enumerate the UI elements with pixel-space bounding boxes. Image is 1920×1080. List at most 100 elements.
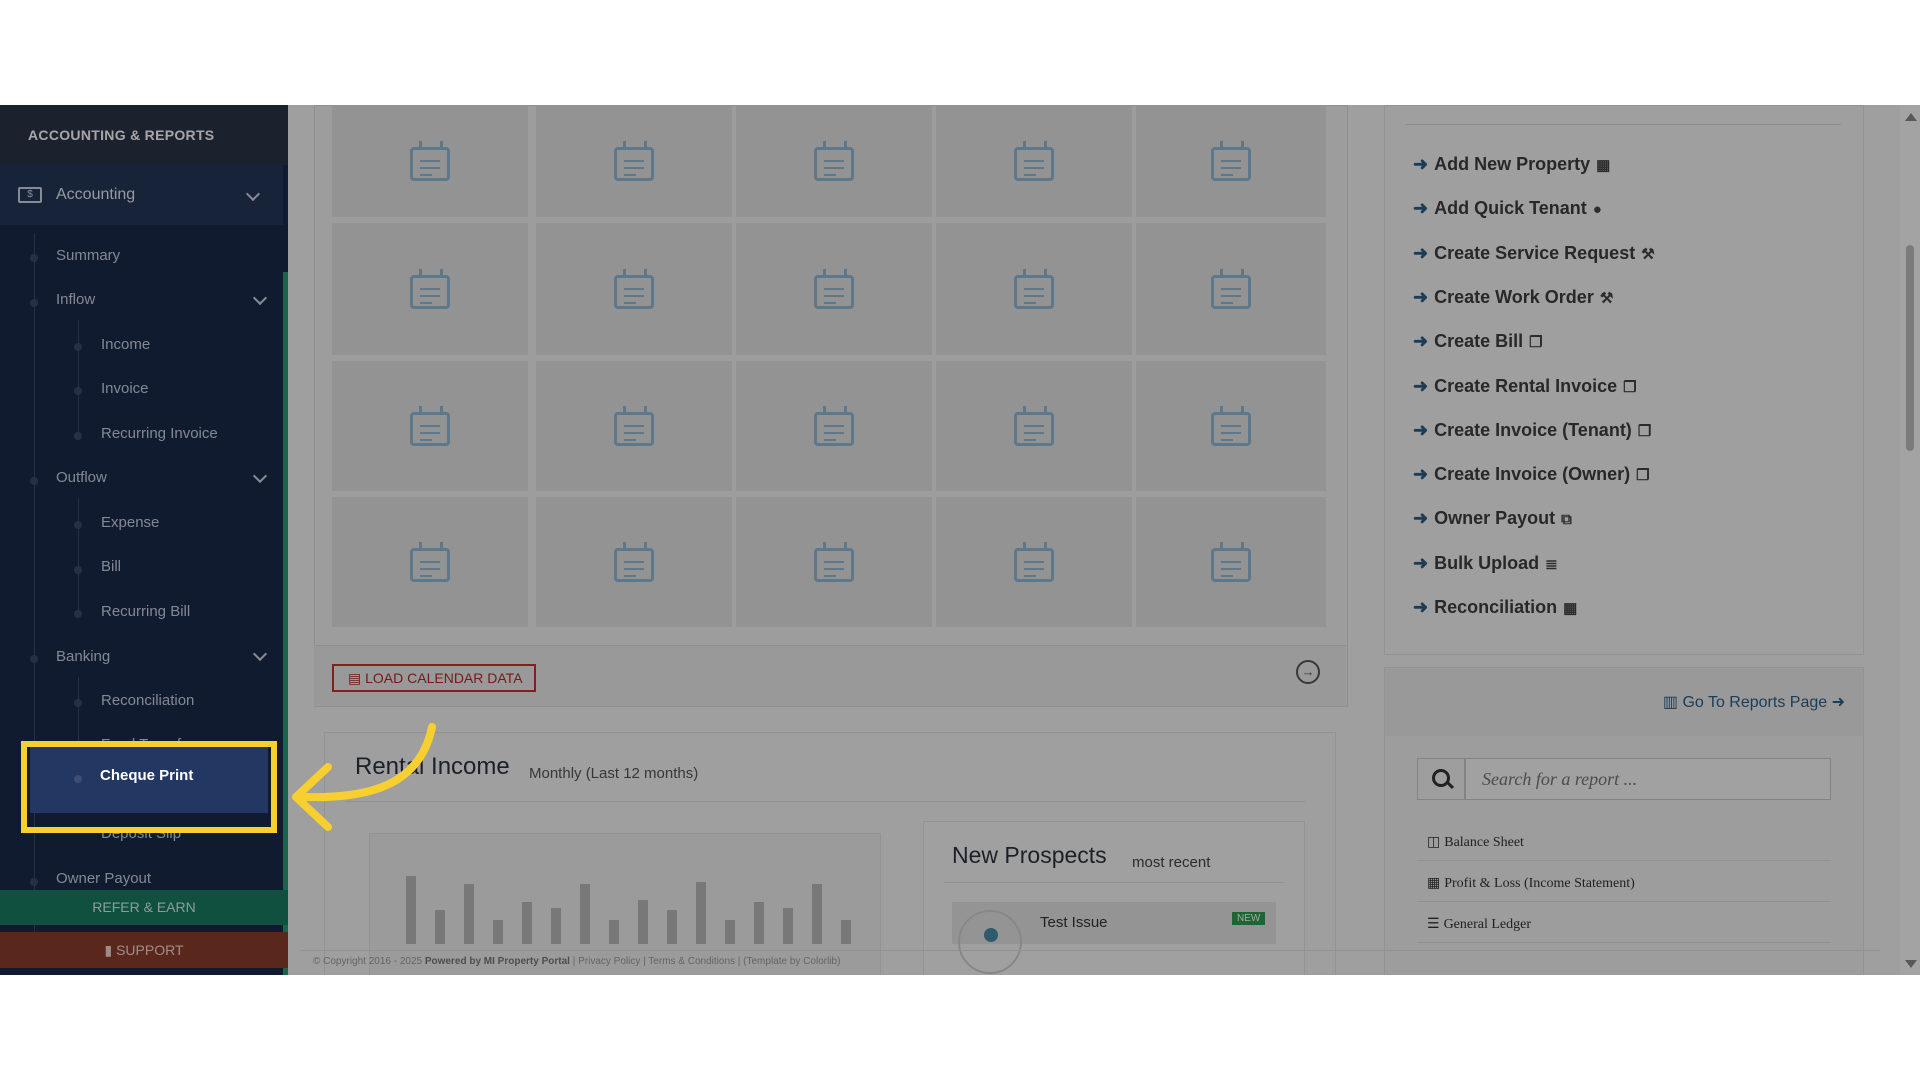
calendar-cell[interactable] xyxy=(332,223,528,355)
chart-bar xyxy=(638,900,648,944)
reports-header: ▥ Go To Reports Page ➜ xyxy=(1385,668,1863,736)
report-link[interactable]: ▦ Profit & Loss (Income Statement) xyxy=(1427,875,1635,892)
calendar-cell[interactable] xyxy=(736,105,932,217)
calendar-icon xyxy=(614,542,654,582)
calendar-cell[interactable] xyxy=(736,497,932,627)
quick-link[interactable]: ➜ Create Invoice (Owner) ❐ xyxy=(1413,464,1650,485)
pointer-arrow-icon xyxy=(292,723,436,831)
sidebar-item-income[interactable]: Income xyxy=(101,336,150,353)
sidebar-item-expense[interactable]: Expense xyxy=(101,514,159,531)
calendar-cell[interactable] xyxy=(1136,497,1326,627)
chart-bar xyxy=(406,876,416,944)
sidebar-item-reconciliation[interactable]: Reconciliation xyxy=(101,692,194,709)
calendar-icon xyxy=(1014,269,1054,309)
sidebar-item-recurring-invoice[interactable]: Recurring Invoice xyxy=(101,425,218,442)
quick-link[interactable]: ➜ Create Rental Invoice ❐ xyxy=(1413,376,1637,397)
sidebar-item-banking[interactable]: Banking xyxy=(56,648,110,665)
calendar-cell[interactable] xyxy=(332,497,528,627)
calendar-cell[interactable] xyxy=(736,223,932,355)
database-icon: ≣ xyxy=(1545,555,1558,573)
tree-dot xyxy=(30,477,38,485)
quick-link-label: Add Quick Tenant xyxy=(1434,198,1587,219)
calendar-icon xyxy=(814,269,854,309)
quick-link[interactable]: ➜ Create Bill ❐ xyxy=(1413,331,1543,352)
search-button[interactable] xyxy=(1417,758,1465,800)
arrow-right-circle-icon[interactable]: → xyxy=(1296,660,1320,684)
refer-earn-button[interactable]: REFER & EARN xyxy=(0,890,288,925)
scrollbar[interactable] xyxy=(1900,105,1920,975)
calendar-cell[interactable] xyxy=(536,497,732,627)
calendar-cell[interactable] xyxy=(1136,361,1326,491)
calendar-cell[interactable] xyxy=(1136,105,1326,217)
calendar-cell[interactable] xyxy=(332,105,528,217)
sidebar-item-inflow[interactable]: Inflow xyxy=(56,291,95,308)
rental-income-subtitle: Monthly (Last 12 months) xyxy=(529,765,699,782)
calendar-cell[interactable] xyxy=(536,361,732,491)
quick-link[interactable]: ➜ Reconciliation ▦ xyxy=(1413,597,1577,618)
calendar-cell[interactable] xyxy=(936,497,1132,627)
report-link[interactable]: ☰ General Ledger xyxy=(1427,916,1531,933)
quick-link[interactable]: ➜ Add New Property ▦ xyxy=(1413,154,1610,175)
chart-bar xyxy=(522,902,532,944)
new-prospects-subtitle: most recent xyxy=(1132,854,1211,871)
sidebar-item-recurring-bill[interactable]: Recurring Bill xyxy=(101,603,190,620)
quick-link[interactable]: ➜ Add Quick Tenant ● xyxy=(1413,198,1602,219)
tree-dot xyxy=(30,878,38,886)
prospect-item[interactable]: Test Issue NEW xyxy=(952,902,1276,974)
chevron-down-icon xyxy=(245,186,261,202)
go-to-reports-link[interactable]: ▥ Go To Reports Page ➜ xyxy=(1663,692,1845,712)
calendar-cell[interactable] xyxy=(736,361,932,491)
divider xyxy=(1417,942,1831,943)
rental-income-card: Rental Income Monthly (Last 12 months) N… xyxy=(324,732,1336,975)
support-label: SUPPORT xyxy=(116,942,184,958)
tree-dot xyxy=(74,610,82,618)
arrow-right-icon: ➜ xyxy=(1413,154,1429,174)
calendar-cell[interactable] xyxy=(936,361,1132,491)
sidebar-item-owner-payout[interactable]: Owner Payout xyxy=(56,870,151,887)
chart-bar xyxy=(464,884,474,944)
sidebar-item-accounting[interactable]: $ Accounting xyxy=(0,165,283,225)
calendar-icon xyxy=(814,542,854,582)
sidebar-item-bill[interactable]: Bill xyxy=(101,558,121,575)
calendar-icon xyxy=(1211,269,1251,309)
report-search-input[interactable] xyxy=(1465,758,1831,800)
scrollbar-thumb[interactable] xyxy=(1906,245,1914,451)
divider xyxy=(1417,901,1831,902)
app-window: ACCOUNTING & REPORTS $ Accounting Summar… xyxy=(0,105,1920,975)
chart-bar xyxy=(493,920,503,944)
quick-link[interactable]: ➜ Bulk Upload ≣ xyxy=(1413,553,1558,574)
calendar-cell[interactable] xyxy=(332,361,528,491)
scroll-down-icon[interactable] xyxy=(1905,960,1917,968)
chevron-down-icon xyxy=(252,646,268,662)
tree-dot xyxy=(30,254,38,262)
calendar-icon xyxy=(410,269,450,309)
chart-bar xyxy=(841,920,851,944)
arrow-right-icon: ➜ xyxy=(1413,286,1429,307)
report-link[interactable]: ◫ Balance Sheet xyxy=(1427,834,1524,851)
footer-links[interactable]: | Privacy Policy | Terms & Conditions | … xyxy=(573,956,841,967)
sidebar-item-invoice[interactable]: Invoice xyxy=(101,380,149,397)
calendar-cell[interactable] xyxy=(1136,223,1326,355)
calendar-cell[interactable] xyxy=(936,223,1132,355)
quick-link[interactable]: ➜ Create Service Request ⚒ xyxy=(1413,243,1655,264)
sidebar-item-outflow[interactable]: Outflow xyxy=(56,469,107,486)
arrow-right-icon: ➜ xyxy=(1413,552,1429,573)
support-button[interactable]: ▮ SUPPORT xyxy=(0,932,288,968)
calendar-icon xyxy=(614,406,654,446)
quick-link-label: Create Invoice (Tenant) xyxy=(1434,419,1632,440)
calendar-cell[interactable] xyxy=(936,105,1132,217)
calendar-cell[interactable] xyxy=(536,223,732,355)
tree-dot xyxy=(30,299,38,307)
tree-dot xyxy=(74,343,82,351)
user-icon: ● xyxy=(1592,201,1602,219)
chart-bar xyxy=(812,884,822,944)
calendar-cell[interactable] xyxy=(536,105,732,217)
sidebar-item-summary[interactable]: Summary xyxy=(56,247,120,264)
powered-by-link[interactable]: Powered by MI Property Portal xyxy=(425,956,570,967)
quick-link[interactable]: ➜ Owner Payout ⧉ xyxy=(1413,508,1572,529)
quick-link[interactable]: ➜ Create Invoice (Tenant) ❐ xyxy=(1413,420,1651,441)
load-calendar-button[interactable]: ▤ LOAD CALENDAR DATA xyxy=(332,664,536,692)
quick-link[interactable]: ➜ Create Work Order ⚒ xyxy=(1413,287,1613,308)
scroll-up-icon[interactable] xyxy=(1905,113,1917,121)
report-label: General Ledger xyxy=(1443,917,1532,932)
